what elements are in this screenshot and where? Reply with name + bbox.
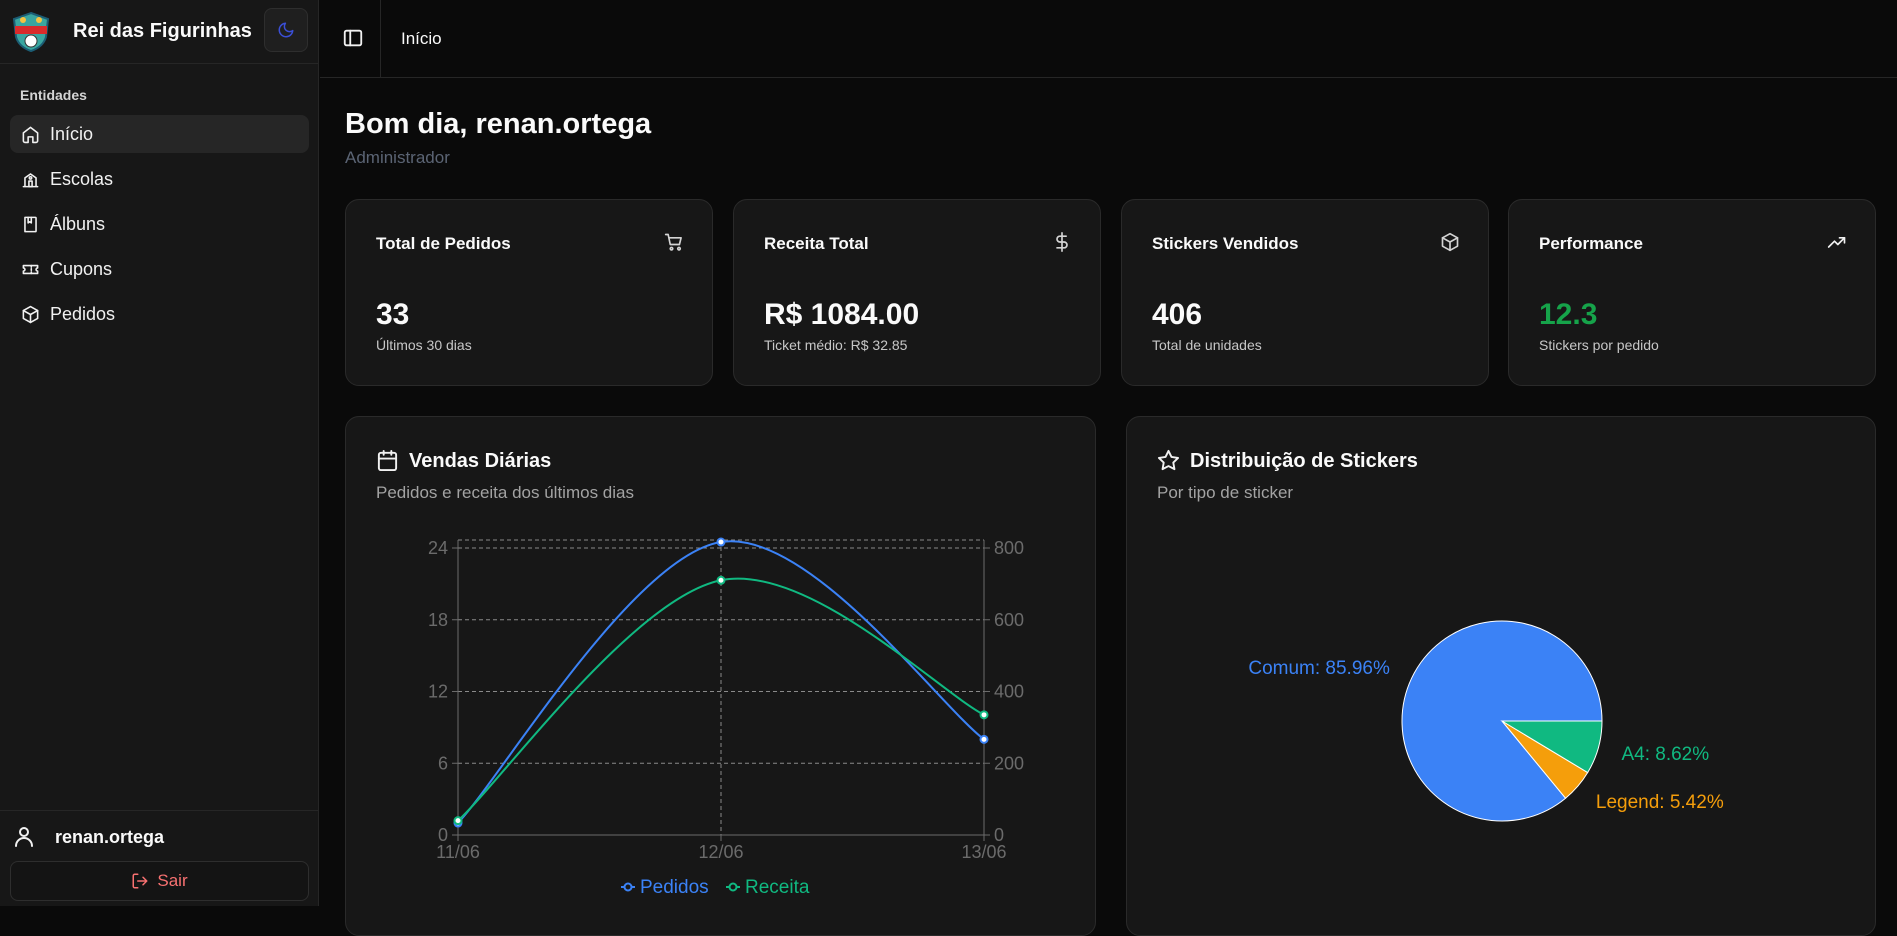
sidebar-item-label: Cupons (50, 258, 113, 279)
sidebar: Rei das Figurinhas Entidades Início Esco… (0, 0, 319, 906)
pie-chart: Comum: 85.96% Legend: 5.42% A4: 8.62% (1248, 620, 1724, 822)
sidebar-item-label: Álbuns (50, 213, 106, 234)
package-icon (20, 304, 40, 324)
stat-subtitle: Últimos 30 dias (376, 337, 472, 353)
sidebar-item-inicio[interactable]: Início (10, 115, 309, 153)
stat-subtitle: Total de unidades (1152, 337, 1262, 353)
user-name: renan.ortega (55, 827, 165, 847)
pie-label: Comum: 85.96% (1248, 658, 1390, 679)
y-tick-label-left: 12 (428, 682, 448, 702)
ticket-icon (20, 259, 40, 279)
home-icon (20, 124, 40, 144)
school-icon (20, 169, 40, 189)
data-point-pedidos (716, 537, 726, 547)
trending-up-icon (1827, 237, 1846, 248)
stat-value: 12.3 (1539, 298, 1598, 331)
theme-toggle-button[interactable] (264, 8, 308, 52)
sidebar-item-label: Pedidos (50, 303, 116, 324)
data-point-receita (453, 816, 463, 826)
sidebar-nav: Início Escolas Álbuns Cupons Pedidos (10, 115, 309, 340)
y-tick-label-right: 800 (994, 538, 1024, 558)
stat-card-pedidos: Total de Pedidos 33 Últimos 30 dias (345, 199, 713, 386)
sidebar-item-albuns[interactable]: Álbuns (10, 205, 309, 243)
y-tick-label-right: 600 (994, 610, 1024, 630)
logout-label: Sair (157, 871, 188, 890)
sidebar-toggle-icon[interactable] (342, 27, 364, 49)
stat-title: Stickers Vendidos (1152, 234, 1299, 253)
sidebar-item-pedidos[interactable]: Pedidos (10, 295, 309, 333)
stat-card-receita: Receita Total R$ 1084.00 Ticket médio: R… (733, 199, 1101, 386)
legend-marker-dot (728, 882, 738, 892)
topbar-divider (380, 0, 381, 78)
x-tick-label: 12/06 (698, 842, 743, 862)
sidebar-item-escolas[interactable]: Escolas (10, 160, 309, 198)
breadcrumb[interactable]: Início (401, 29, 442, 49)
logout-button[interactable]: Sair (10, 861, 309, 901)
sidebar-section-label: Entidades (20, 87, 87, 103)
legend-marker-dot (623, 882, 633, 892)
stat-card-performance: Performance 12.3 Stickers por pedido (1508, 199, 1876, 386)
topbar: Início (320, 0, 1897, 78)
y-tick-label-right: 200 (994, 753, 1024, 773)
user-profile[interactable]: renan.ortega (0, 810, 319, 858)
x-tick-label: 13/06 (961, 842, 1006, 862)
pie-label: A4: 8.62% (1621, 744, 1709, 765)
stat-value: R$ 1084.00 (764, 298, 920, 331)
sales-chart-card: Vendas Diárias Pedidos e receita dos últ… (345, 416, 1096, 936)
box-icon (1441, 232, 1459, 252)
stat-value: 33 (376, 298, 410, 331)
page-title: Bom dia, renan.ortega (345, 108, 652, 140)
stat-title: Total de Pedidos (376, 234, 511, 253)
y-tick-label-right: 400 (994, 682, 1024, 702)
user-role: Administrador (345, 148, 450, 167)
app-name: Rei das Figurinhas (73, 20, 252, 42)
legend-label: Pedidos (640, 877, 709, 897)
line-chart: 06121824020040060080011/06 12/06 13/06Pedi… (428, 537, 1024, 897)
stat-title: Performance (1539, 234, 1643, 253)
logout-icon (132, 873, 148, 889)
distribution-chart-card: Distribuição de Stickers Por tipo de sti… (1126, 416, 1876, 936)
stat-subtitle: Stickers por pedido (1539, 337, 1659, 353)
user-icon (15, 827, 33, 847)
sidebar-item-label: Escolas (50, 168, 114, 189)
data-point-receita (979, 710, 989, 720)
app-logo (12, 11, 50, 53)
y-tick-label-left: 18 (428, 610, 448, 630)
series-line-receita (457, 577, 985, 822)
data-point-pedidos (979, 734, 989, 744)
y-tick-label-left: 6 (438, 753, 448, 773)
stat-card-stickers: Stickers Vendidos 406 Total de unidades (1121, 199, 1489, 386)
stat-subtitle: Ticket médio: R$ 32.85 (764, 337, 908, 353)
sidebar-item-label: Início (50, 123, 94, 144)
brand-header: Rei das Figurinhas (0, 0, 319, 64)
stat-title: Receita Total (764, 234, 869, 253)
x-tick-label: 11/06 (436, 842, 480, 862)
moon-icon (278, 22, 294, 38)
dollar-icon (1056, 232, 1068, 252)
y-tick-label-left: 24 (428, 538, 448, 558)
book-icon (20, 214, 40, 234)
pie-label: Legend: 5.42% (1596, 792, 1724, 813)
legend-label: Receita (745, 877, 810, 897)
cart-icon (664, 233, 682, 251)
data-point-receita (716, 575, 726, 585)
stat-value: 406 (1152, 298, 1203, 331)
sidebar-item-cupons[interactable]: Cupons (10, 250, 309, 288)
